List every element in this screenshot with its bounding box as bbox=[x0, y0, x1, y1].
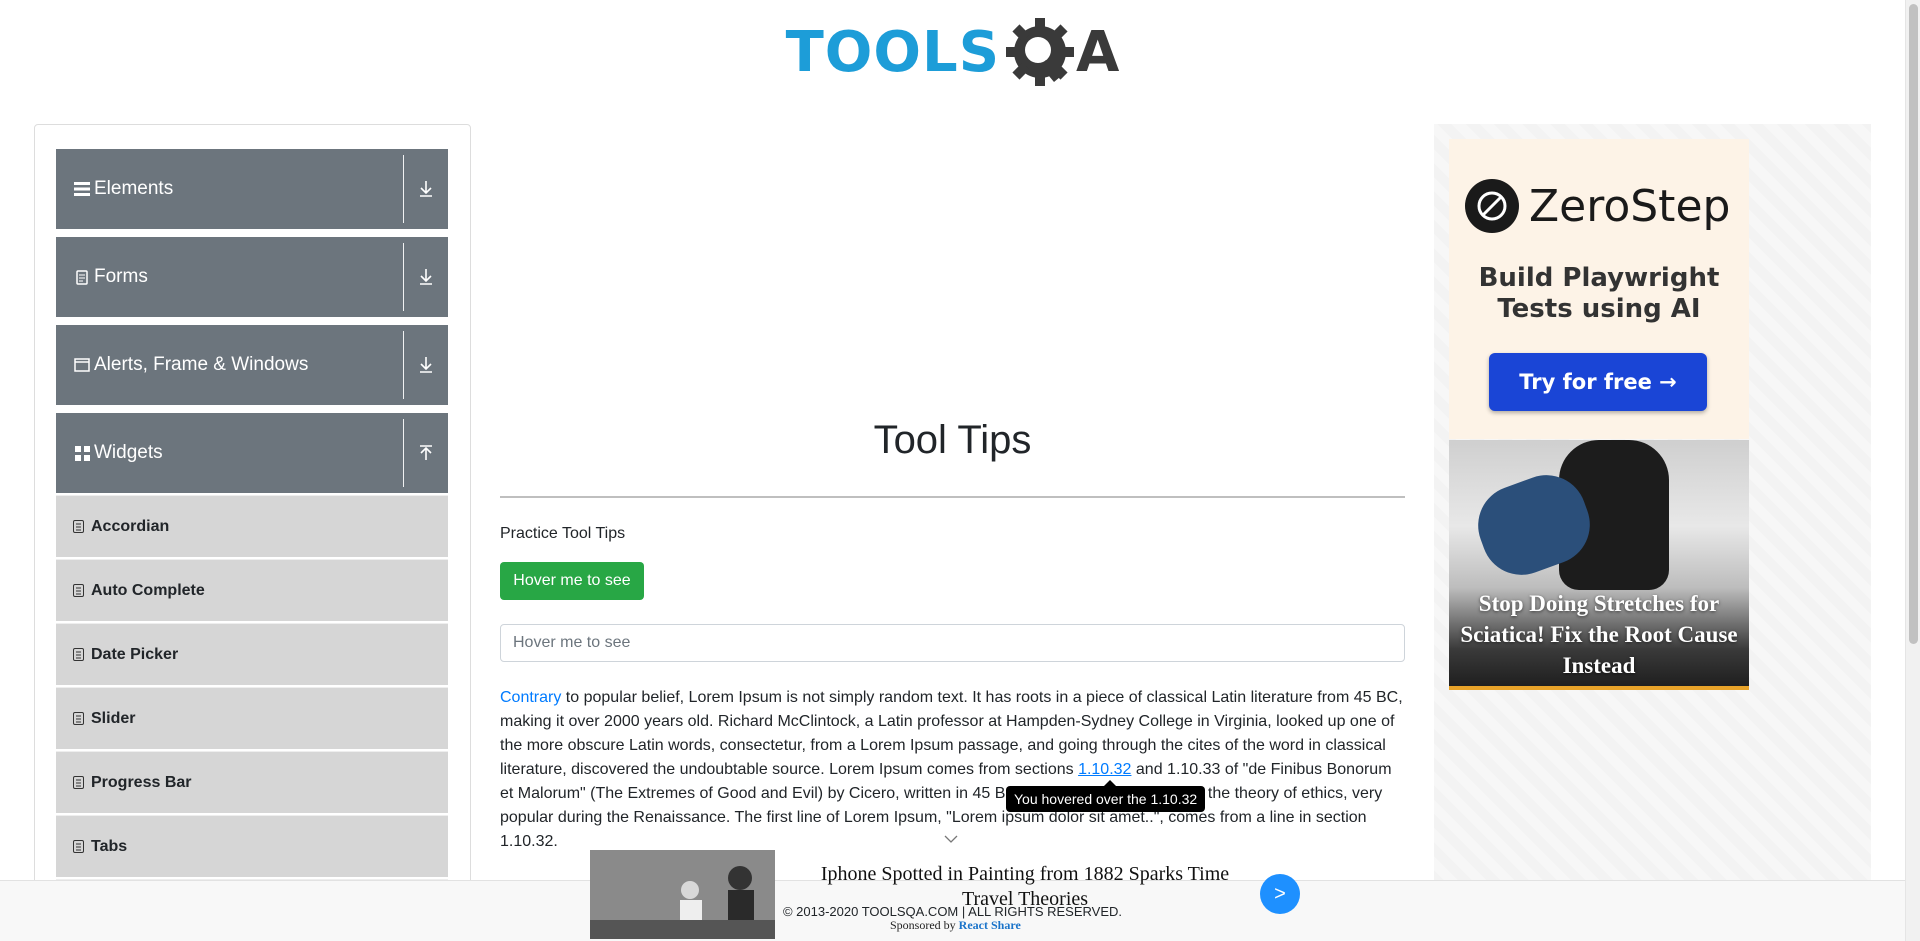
document-icon bbox=[74, 269, 90, 285]
stretch-ad[interactable]: Stop Doing Stretches for Sciatica! Fix t… bbox=[1449, 440, 1749, 690]
logo-tools-text: TOOLS bbox=[785, 19, 1001, 85]
divider bbox=[403, 155, 404, 223]
sidebar-group-label: Widgets bbox=[94, 442, 163, 463]
window-icon bbox=[74, 357, 90, 373]
list-item-icon bbox=[72, 520, 84, 533]
download-arrow-icon[interactable] bbox=[404, 268, 448, 286]
page-title: Tool Tips bbox=[873, 418, 1032, 462]
sidebar-item-date-picker[interactable]: Date Picker bbox=[56, 623, 448, 685]
chevron-down-icon bbox=[944, 830, 958, 846]
ad-sponsor-name[interactable]: React Share bbox=[959, 918, 1021, 932]
tooltip: You hovered over the 1.10.32 bbox=[1006, 780, 1206, 812]
divider bbox=[403, 331, 404, 399]
stretch-ad-headline: Stop Doing Stretches for Sciatica! Fix t… bbox=[1460, 591, 1738, 678]
sidebar-group-forms[interactable]: Forms bbox=[56, 237, 448, 317]
zerostep-ad[interactable]: ZeroStep Build Playwright Tests using AI… bbox=[1449, 139, 1749, 439]
try-for-free-button[interactable]: Try for free → bbox=[1489, 353, 1707, 411]
upload-arrow-icon[interactable] bbox=[404, 444, 448, 462]
zerostep-tagline: Build Playwright Tests using AI bbox=[1478, 263, 1720, 324]
header: TOOLS A bbox=[0, 0, 1905, 100]
grid-icon bbox=[74, 445, 90, 461]
zerostep-brand: ZeroStep bbox=[1529, 180, 1731, 232]
sidebar-item-label: Tabs bbox=[91, 837, 128, 855]
list-item-icon bbox=[72, 648, 84, 661]
hover-button[interactable]: Hover me to see bbox=[500, 562, 644, 600]
sidebar-item-label: Progress Bar bbox=[91, 773, 192, 791]
contrary-link[interactable]: Contrary bbox=[500, 689, 561, 706]
sidebar-group-label: Elements bbox=[94, 178, 174, 199]
list-item-icon bbox=[72, 712, 84, 725]
ad-next-button[interactable]: > bbox=[1260, 874, 1300, 914]
divider bbox=[403, 419, 404, 487]
sidebar-group-elements[interactable]: Elements bbox=[56, 149, 448, 229]
toolsqa-logo[interactable]: TOOLS A bbox=[785, 14, 1120, 90]
list-item-icon bbox=[72, 840, 84, 853]
bottom-ad[interactable]: Iphone Spotted in Painting from 1882 Spa… bbox=[590, 850, 1302, 941]
zerostep-logo: ZeroStep bbox=[1465, 179, 1730, 233]
scrollbar-thumb[interactable] bbox=[1909, 4, 1918, 644]
sidebar-group-widgets[interactable]: Widgets bbox=[56, 413, 448, 493]
sidebar-item-slider[interactable]: Slider bbox=[56, 687, 448, 749]
download-arrow-icon[interactable] bbox=[404, 356, 448, 374]
ad-sponsor: Sponsored by React Share bbox=[890, 918, 1090, 933]
hamburger-icon bbox=[74, 181, 90, 197]
practice-label: Practice Tool Tips bbox=[500, 525, 626, 542]
gear-icon bbox=[1006, 18, 1075, 86]
list-item-icon bbox=[72, 584, 84, 597]
zerostep-logo-icon bbox=[1465, 179, 1519, 233]
hover-input[interactable] bbox=[500, 624, 1405, 662]
ad-headline[interactable]: Iphone Spotted in Painting from 1882 Spa… bbox=[805, 862, 1245, 912]
divider bbox=[403, 243, 404, 311]
section-link[interactable]: 1.10.32 bbox=[1078, 761, 1131, 778]
sidebar-group-label: Alerts, Frame & Windows bbox=[94, 354, 309, 375]
logo-qa-text: A bbox=[1076, 19, 1120, 85]
sidebar-item-label: Accordian bbox=[91, 517, 170, 535]
sidebar-item-accordian[interactable]: Accordian bbox=[56, 495, 448, 557]
sidebar-item-label: Date Picker bbox=[91, 645, 179, 663]
divider bbox=[500, 496, 1405, 498]
page: TOOLS A Elements Forms Alerts, Frame & W… bbox=[0, 0, 1920, 941]
right-ad[interactable]: ZeroStep Build Playwright Tests using AI… bbox=[1434, 124, 1871, 941]
paragraph: Contrary to popular belief, Lorem Ipsum … bbox=[500, 686, 1408, 854]
list-item-icon bbox=[72, 776, 84, 789]
sidebar-item-progress-bar[interactable]: Progress Bar bbox=[56, 751, 448, 813]
download-arrow-icon[interactable] bbox=[404, 180, 448, 198]
sidebar-group-alerts[interactable]: Alerts, Frame & Windows bbox=[56, 325, 448, 405]
ad-sponsor-prefix: Sponsored by bbox=[890, 918, 959, 932]
sidebar-group-label: Forms bbox=[94, 266, 148, 287]
sidebar: Elements Forms Alerts, Frame & Windows W… bbox=[34, 124, 471, 941]
sidebar-item-label: Auto Complete bbox=[91, 581, 205, 599]
scrollbar[interactable] bbox=[1905, 0, 1920, 941]
ad-image[interactable] bbox=[590, 850, 775, 939]
sidebar-item-auto-complete[interactable]: Auto Complete bbox=[56, 559, 448, 621]
sidebar-item-tabs[interactable]: Tabs bbox=[56, 815, 448, 877]
sidebar-item-label: Slider bbox=[91, 709, 136, 727]
